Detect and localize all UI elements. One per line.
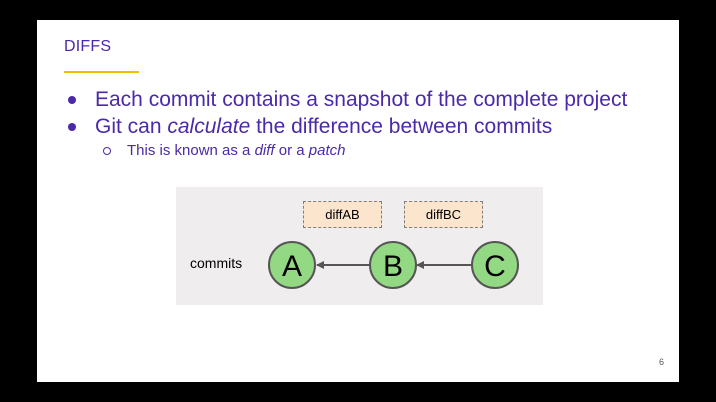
bullet-text: the difference between commits (250, 115, 553, 138)
bullet-text: Git can (95, 115, 168, 138)
sub-bullet-emphasis-diff: diff (254, 142, 275, 159)
sub-bullet-item: This is known as a diff or a patch (67, 140, 627, 162)
commit-label-b: B (383, 250, 403, 283)
sub-bullet-text: This is known as a (127, 142, 255, 159)
slide-title: DIFFS (64, 38, 112, 55)
bullet-dot-icon (68, 123, 76, 131)
bullet-list: Each commit contains a snapshot of the c… (67, 86, 627, 162)
sub-bullet-emphasis-patch: patch (308, 142, 346, 159)
bullet-item: Each commit contains a snapshot of the c… (67, 86, 627, 113)
sub-bullet-text: or a (274, 142, 309, 159)
bullet-dot-icon (68, 96, 76, 104)
page-number: 6 (658, 357, 664, 367)
commit-graph: A B C (268, 241, 519, 289)
commit-label-c: C (484, 250, 506, 283)
bullet-emphasis: calculate (167, 115, 251, 138)
sub-bullet-ring-icon (103, 147, 111, 155)
commit-diagram: diffAB diffBC commits A B C (176, 187, 543, 305)
commit-label-a: A (282, 250, 302, 283)
bullet-item: Git can calculate the difference between… (67, 113, 627, 140)
bullet-text: Each commit contains a snapshot of the c… (95, 88, 628, 111)
title-underline (64, 71, 139, 73)
slide: DIFFS Each commit contains a snapshot of… (37, 20, 679, 382)
